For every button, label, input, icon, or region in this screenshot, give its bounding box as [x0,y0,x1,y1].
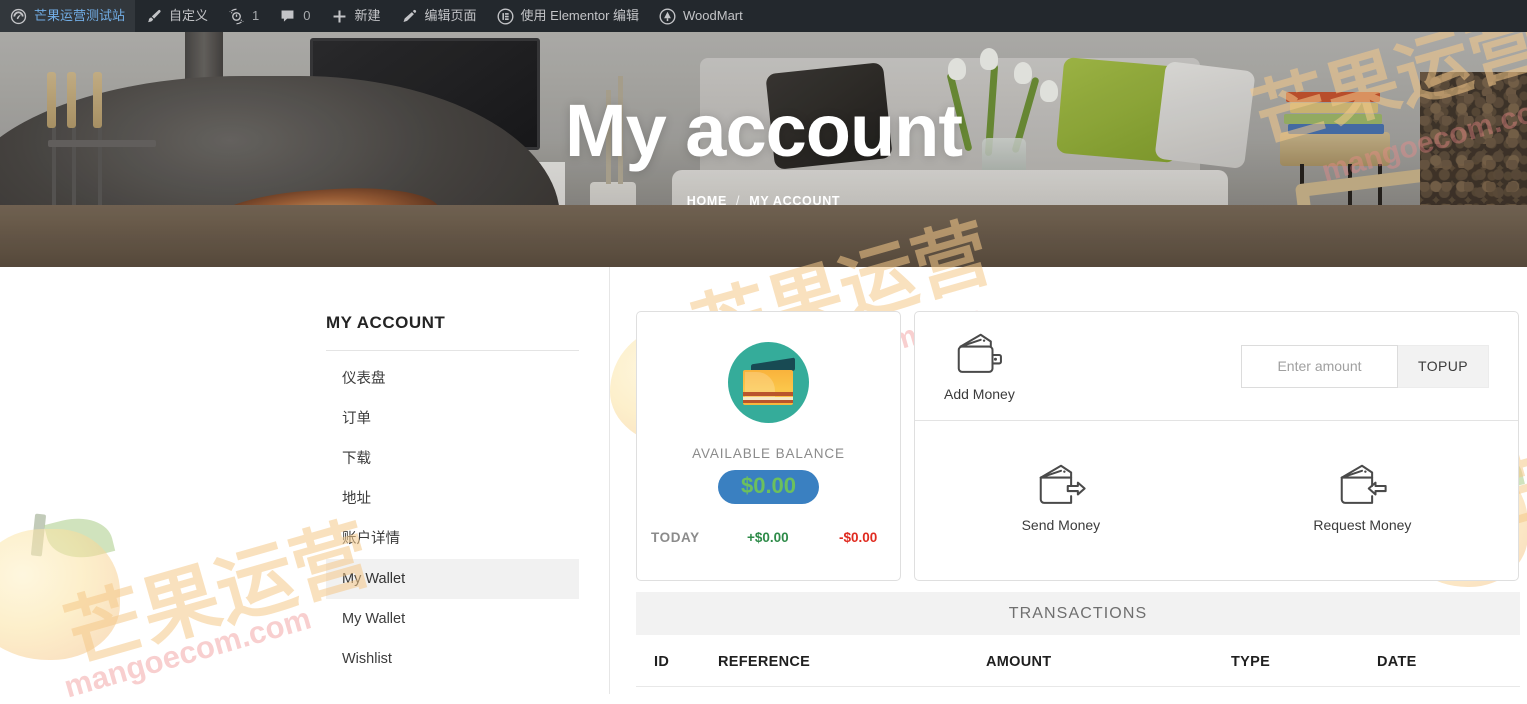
sidebar-item-label: 订单 [342,411,371,427]
wallet-panels: AVAILABLE BALANCE $0.00 TODAY +$0.00 -$0… [636,311,1527,581]
amount-input[interactable] [1241,344,1398,388]
watermark-domain-bottom-left: mangoecom.com [60,600,315,704]
plus-icon [331,8,348,25]
sidebar-item-my-wallet-2[interactable]: My Wallet [326,599,579,639]
account-sidebar: MY ACCOUNT 仪表盘 订单 下载 地址 账户详情 My Wallet M… [326,267,610,694]
updates-icon [228,8,245,25]
adminbar-label: WoodMart [683,8,743,23]
topup-group: TOPUP [1241,344,1489,388]
page-body: 芒果运营 mangoecom.com 芒果运营 mangoecom.com 芒果… [0,210,1527,704]
sidebar-item-label: 账户详情 [342,531,400,547]
page-hero-banner: My account HOME / MY ACCOUNT 芒果运营 mangoe… [0,32,1527,267]
today-label: TODAY [651,530,700,546]
send-money-button[interactable]: Send Money [1021,462,1101,533]
page-title: My account [564,88,963,172]
transactions-table: ID REFERENCE AMOUNT TYPE DATE [636,635,1520,687]
adminbar-item-comments[interactable]: 0 [269,0,320,32]
pencil-icon [401,8,418,25]
wallet-add-icon [952,331,1006,379]
adminbar-label: 自定义 [169,8,209,23]
balance-card: AVAILABLE BALANCE $0.00 TODAY +$0.00 -$0… [636,311,901,581]
sidebar-item-orders[interactable]: 订单 [326,399,579,439]
breadcrumb: HOME / MY ACCOUNT [687,194,841,208]
add-money-button[interactable]: Add Money [944,331,1015,402]
sidebar-item-label: My Wallet [342,571,406,587]
wallet-illustration-icon [728,342,809,423]
sidebar-item-downloads[interactable]: 下载 [326,439,579,479]
adminbar-label: 新建 [354,8,381,23]
sidebar-item-addresses[interactable]: 地址 [326,479,579,519]
add-money-row: Add Money TOPUP [915,312,1518,421]
wallet-send-icon [1034,462,1088,510]
today-debit-amount: -$0.00 [839,530,878,546]
elementor-icon [497,8,514,25]
adminbar-item-customize[interactable]: 自定义 [135,0,218,32]
sidebar-item-account-details[interactable]: 账户详情 [326,519,579,559]
adminbar-item-woodmart[interactable]: WoodMart [649,0,753,32]
watermark-mango-bottom-left [0,509,120,677]
today-credit-amount: +$0.00 [747,530,789,546]
adminbar-label: 使用 Elementor 编辑 [520,8,640,23]
brush-icon [145,8,162,25]
wallet-actions-card: Add Money TOPUP [914,311,1519,581]
column-header-reference[interactable]: REFERENCE [718,635,986,687]
breadcrumb-current: MY ACCOUNT [749,193,841,208]
wp-admin-bar: 芒果运营测试站 自定义 1 0 新建 编辑页面 使用 Elementor 编辑 … [0,0,1527,32]
breadcrumb-separator: / [736,193,741,208]
adminbar-item-edit-page[interactable]: 编辑页面 [391,0,487,32]
transactions-title: TRANSACTIONS [636,592,1520,635]
sidebar-heading: MY ACCOUNT [326,313,579,351]
column-header-type[interactable]: TYPE [1231,635,1377,687]
sidebar-item-label: My Wallet [342,611,406,627]
adminbar-label: 1 [252,8,260,23]
topup-button[interactable]: TOPUP [1398,344,1489,388]
wordpress-dashboard-icon [10,8,27,25]
today-summary: TODAY +$0.00 -$0.00 [637,530,900,545]
available-balance-label: AVAILABLE BALANCE [692,446,845,461]
sidebar-item-label: Wishlist [342,651,392,667]
sidebar-item-label: 仪表盘 [342,371,386,387]
adminbar-item-edit-with-elementor[interactable]: 使用 Elementor 编辑 [487,0,649,32]
sidebar-item-dashboard[interactable]: 仪表盘 [326,359,579,399]
sidebar-item-wishlist[interactable]: Wishlist [326,639,579,679]
add-money-label: Add Money [944,385,1015,402]
adminbar-item-site-name[interactable]: 芒果运营测试站 [0,0,136,32]
adminbar-label: 芒果运营测试站 [34,8,126,23]
column-header-date[interactable]: DATE [1377,635,1520,687]
adminbar-item-updates[interactable]: 1 [218,0,269,32]
account-content: MY ACCOUNT 仪表盘 订单 下载 地址 账户详情 My Wallet M… [326,267,1527,694]
sidebar-item-label: 下载 [342,451,371,467]
transactions-section: TRANSACTIONS ID REFERENCE AMOUNT TYPE DA… [636,592,1520,687]
adminbar-label: 0 [303,8,311,23]
send-request-row: Send Money Request Money [915,421,1518,580]
wallet-main: AVAILABLE BALANCE $0.00 TODAY +$0.00 -$0… [636,267,1527,694]
woodmart-icon [659,8,676,25]
send-money-label: Send Money [1021,517,1101,533]
column-header-id[interactable]: ID [636,635,718,687]
comment-bubble-icon [279,8,296,25]
breadcrumb-home[interactable]: HOME [687,194,727,208]
adminbar-item-new-content[interactable]: 新建 [321,0,391,32]
adminbar-label: 编辑页面 [424,8,477,23]
table-header-row: ID REFERENCE AMOUNT TYPE DATE [636,635,1520,687]
request-money-label: Request Money [1313,517,1412,533]
request-money-button[interactable]: Request Money [1313,462,1411,533]
sidebar-item-my-wallet[interactable]: My Wallet [326,559,579,599]
column-header-amount[interactable]: AMOUNT [986,635,1231,687]
account-nav: 仪表盘 订单 下载 地址 账户详情 My Wallet My Wallet Wi… [326,359,579,679]
wallet-request-icon [1335,462,1389,510]
sidebar-item-label: 地址 [342,491,371,507]
balance-amount: $0.00 [717,470,820,505]
